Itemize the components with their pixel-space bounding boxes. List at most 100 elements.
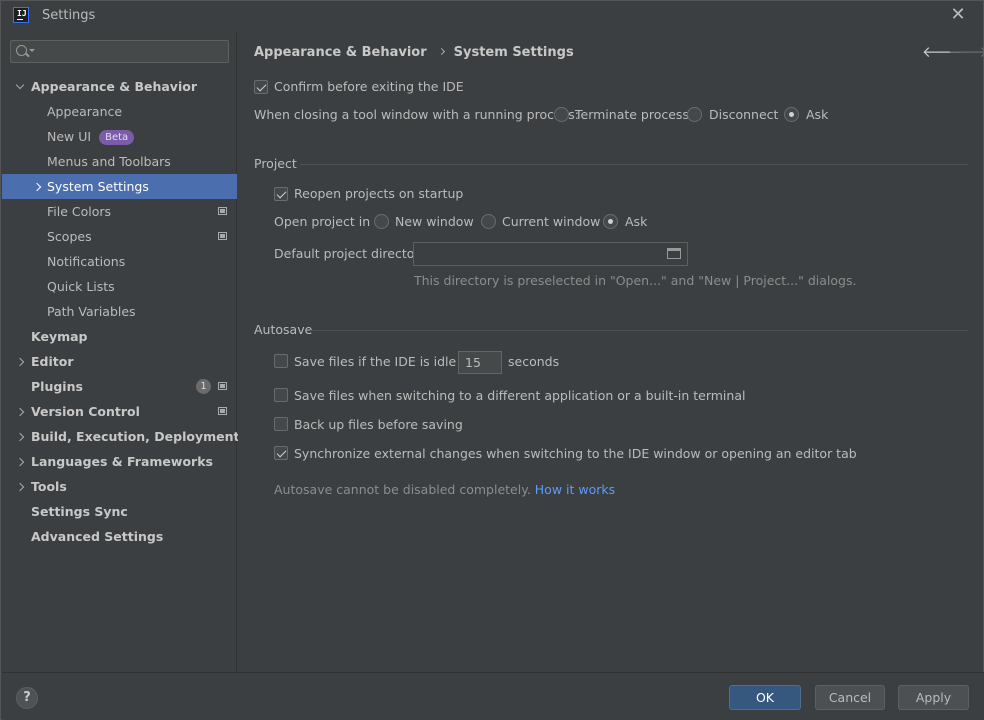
- sidebar-item-label: Version Control: [31, 399, 140, 424]
- breadcrumb-separator-icon: [437, 47, 445, 56]
- sidebar-item-text: Quick Lists: [47, 279, 115, 294]
- idle-seconds-suffix: seconds: [508, 354, 560, 369]
- disconnect-radio[interactable]: [687, 107, 702, 122]
- sidebar-item-keymap[interactable]: Keymap: [2, 324, 237, 349]
- sidebar-item-text: Path Variables: [47, 304, 136, 319]
- sidebar-item-tools[interactable]: Tools: [2, 474, 237, 499]
- sync-external-checkbox[interactable]: [274, 446, 288, 460]
- sync-external-label: Synchronize external changes when switch…: [294, 446, 857, 461]
- sidebar-item-text: Scopes: [47, 229, 92, 244]
- sidebar-item-version-control[interactable]: Version Control: [2, 399, 237, 424]
- chevron-right-icon[interactable]: [14, 399, 26, 424]
- sidebar-item-plugins[interactable]: Plugins 1: [2, 374, 237, 399]
- project-section-title: Project: [254, 156, 297, 171]
- closing-tool-window-label: When closing a tool window with a runnin…: [254, 107, 579, 122]
- ok-button[interactable]: OK: [729, 685, 801, 710]
- sidebar-item-text: Menus and Toolbars: [47, 154, 171, 169]
- breadcrumb-parent[interactable]: Appearance & Behavior: [254, 45, 427, 60]
- save-idle-checkbox[interactable]: [274, 354, 288, 368]
- sidebar-item-label: Plugins: [31, 374, 83, 399]
- sidebar-item-menus-and-toolbars[interactable]: Menus and Toolbars: [2, 149, 237, 174]
- sidebar-item-settings-sync[interactable]: Settings Sync: [2, 499, 237, 524]
- open-project-in-label: Open project in: [274, 214, 371, 229]
- sidebar-item-advanced-settings[interactable]: Advanced Settings: [2, 524, 237, 549]
- sidebar-item-new-ui[interactable]: New UI Beta: [2, 124, 237, 149]
- sidebar-item-label: System Settings: [47, 174, 149, 199]
- sidebar-item-text: Plugins: [31, 379, 83, 394]
- sidebar-item-appearance[interactable]: Appearance: [2, 99, 237, 124]
- window-title: Settings: [42, 8, 96, 23]
- terminate-process-radio[interactable]: [554, 107, 569, 122]
- chevron-right-icon[interactable]: [14, 449, 26, 474]
- save-idle-label: Save files if the IDE is idle for: [294, 354, 478, 369]
- reopen-projects-label: Reopen projects on startup: [294, 186, 464, 201]
- autosave-note-text: Autosave cannot be disabled completely.: [274, 482, 531, 497]
- sidebar-item-text: Notifications: [47, 254, 126, 269]
- folder-browse-icon[interactable]: [667, 248, 681, 259]
- project-scope-icon: [218, 207, 227, 215]
- chevron-down-icon[interactable]: [14, 74, 26, 99]
- save-on-switch-checkbox[interactable]: [274, 388, 288, 402]
- sidebar-item-languages-frameworks[interactable]: Languages & Frameworks: [2, 449, 237, 474]
- sidebar-item-label: File Colors: [47, 199, 111, 224]
- sidebar-item-text: New UI: [47, 129, 92, 144]
- terminate-process-label: Terminate process: [575, 107, 689, 122]
- sidebar-item-system-settings[interactable]: System Settings: [2, 174, 237, 199]
- chevron-right-icon[interactable]: [31, 174, 43, 199]
- ask-closing-radio[interactable]: [784, 107, 799, 122]
- reopen-projects-checkbox[interactable]: [274, 187, 288, 201]
- how-it-works-link[interactable]: How it works: [535, 482, 615, 497]
- sidebar-item-label: New UI Beta: [47, 124, 135, 149]
- project-section-divider: [300, 164, 968, 165]
- backup-files-checkbox[interactable]: [274, 417, 288, 431]
- idle-seconds-input[interactable]: 15: [458, 351, 502, 374]
- sidebar-item-appearance-behavior[interactable]: Appearance & Behavior: [2, 74, 237, 99]
- chevron-right-icon[interactable]: [14, 474, 26, 499]
- sidebar-item-text: Appearance & Behavior: [31, 79, 197, 94]
- chevron-right-icon[interactable]: [14, 424, 26, 449]
- project-scope-icon: [218, 232, 227, 240]
- sidebar-item-file-colors[interactable]: File Colors: [2, 199, 237, 224]
- new-window-radio[interactable]: [374, 214, 389, 229]
- chevron-right-icon[interactable]: [14, 349, 26, 374]
- disconnect-label: Disconnect: [709, 107, 779, 122]
- sidebar-item-label: Menus and Toolbars: [47, 149, 171, 174]
- search-options-caret-icon[interactable]: [29, 49, 35, 52]
- confirm-exit-checkbox[interactable]: [254, 80, 268, 94]
- default-dir-label: Default project directory:: [274, 246, 431, 261]
- sidebar-item-text: Settings Sync: [31, 504, 128, 519]
- project-scope-icon: [218, 407, 227, 415]
- sidebar-item-build-execution-deployment[interactable]: Build, Execution, Deployment: [2, 424, 239, 449]
- back-arrow-icon[interactable]: 🡐: [922, 42, 962, 61]
- forward-arrow-icon[interactable]: 🡒: [948, 42, 984, 61]
- sidebar-item-text: Keymap: [31, 329, 88, 344]
- sidebar-item-label: Appearance: [47, 99, 122, 124]
- sidebar-item-path-variables[interactable]: Path Variables: [2, 299, 237, 324]
- autosave-note: Autosave cannot be disabled completely. …: [274, 482, 615, 497]
- cancel-button[interactable]: Cancel: [815, 685, 885, 710]
- sidebar-item-text: Build, Execution, Deployment: [31, 429, 240, 444]
- sidebar-item-label: Keymap: [31, 324, 88, 349]
- settings-tree: Appearance & Behavior Appearance New UI Bet…: [2, 74, 239, 549]
- sidebar-item-label: Tools: [31, 474, 67, 499]
- current-window-radio[interactable]: [481, 214, 496, 229]
- sidebar-item-text: Editor: [31, 354, 74, 369]
- default-dir-field[interactable]: [413, 242, 688, 266]
- ask-closing-label: Ask: [806, 107, 829, 122]
- save-on-switch-label: Save files when switching to a different…: [294, 388, 746, 403]
- help-button[interactable]: ?: [16, 687, 38, 709]
- intellij-logo-icon: IJ: [13, 7, 29, 23]
- apply-button[interactable]: Apply: [898, 685, 969, 710]
- sidebar-item-editor[interactable]: Editor: [2, 349, 237, 374]
- sidebar-item-scopes[interactable]: Scopes: [2, 224, 237, 249]
- sidebar-item-quick-lists[interactable]: Quick Lists: [2, 274, 237, 299]
- sidebar-item-label: Build, Execution, Deployment: [31, 424, 239, 449]
- sidebar-item-notifications[interactable]: Notifications: [2, 249, 237, 274]
- sidebar-item-text: Tools: [31, 479, 67, 494]
- ask-open-radio[interactable]: [603, 214, 618, 229]
- sidebar-item-label: Settings Sync: [31, 499, 128, 524]
- close-icon[interactable]: ✕: [949, 4, 967, 26]
- autosave-section-title: Autosave: [254, 322, 313, 337]
- ask-open-label: Ask: [625, 214, 648, 229]
- search-input[interactable]: [10, 40, 229, 63]
